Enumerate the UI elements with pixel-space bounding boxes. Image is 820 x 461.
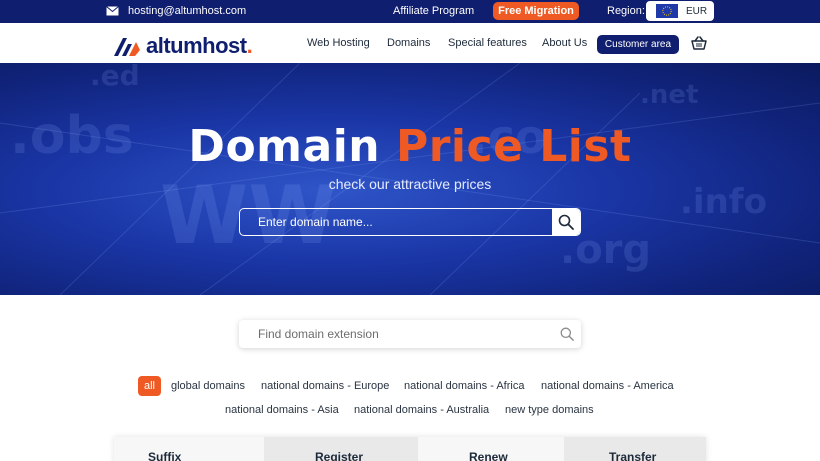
domain-search-button[interactable] [552,209,580,235]
nav-special-features[interactable]: Special features [448,37,527,49]
domain-search-box [239,208,581,236]
currency-text: EUR [686,5,708,17]
price-table-header: Suffix Register Renew Transfer [114,437,706,461]
hero-subtitle: check our attractive prices [328,176,492,192]
domain-search-input[interactable] [240,209,553,235]
main-header: altumhost. Web Hosting Domains Special f… [0,23,820,63]
region-label: Region: [607,5,645,17]
filter-national-america[interactable]: national domains - America [541,376,674,396]
nav-about-us[interactable]: About Us [542,37,587,49]
hero-title: Domain Price List [188,121,632,172]
logo[interactable]: altumhost. [114,33,253,59]
eu-flag-icon [656,4,678,18]
filter-national-europe[interactable]: national domains - Europe [261,376,389,396]
column-transfer[interactable]: Transfer [564,437,706,461]
mail-icon [106,6,119,16]
filter-national-asia[interactable]: national domains - Asia [225,400,339,420]
extension-search-box [239,320,581,348]
svg-text:.net: .net [640,80,698,110]
region-selector[interactable]: EUR [646,1,714,21]
filter-national-australia[interactable]: national domains - Australia [354,400,489,420]
search-icon[interactable] [560,327,574,341]
hero-section: .obs WW .co .org .info .ed .net Domain P… [0,63,820,295]
filter-national-africa[interactable]: national domains - Africa [404,376,524,396]
column-suffix[interactable]: Suffix [114,437,264,461]
logo-mark-icon [114,38,140,56]
search-icon [558,214,574,230]
filter-all[interactable]: all [138,376,162,396]
affiliate-program-link[interactable]: Affiliate Program [393,5,474,17]
nav-domains[interactable]: Domains [387,37,430,49]
logo-text: altumhost. [146,33,253,58]
column-renew[interactable]: Renew [418,437,564,461]
customer-area-button[interactable]: Customer area [597,35,679,54]
shopping-basket-icon[interactable] [691,36,707,50]
column-register[interactable]: Register [264,437,418,461]
filter-new-type-domains[interactable]: new type domains [505,400,594,420]
extension-search-input[interactable] [239,320,549,348]
contact-email[interactable]: hosting@altumhost.com [106,5,246,17]
svg-text:.ed: .ed [90,63,140,92]
nav-web-hosting[interactable]: Web Hosting [307,37,370,49]
free-migration-button[interactable]: Free Migration [493,2,579,20]
top-bar: hosting@altumhost.com Affiliate Program … [0,0,820,23]
email-text: hosting@altumhost.com [128,5,247,17]
filter-global-domains[interactable]: global domains [171,376,245,396]
